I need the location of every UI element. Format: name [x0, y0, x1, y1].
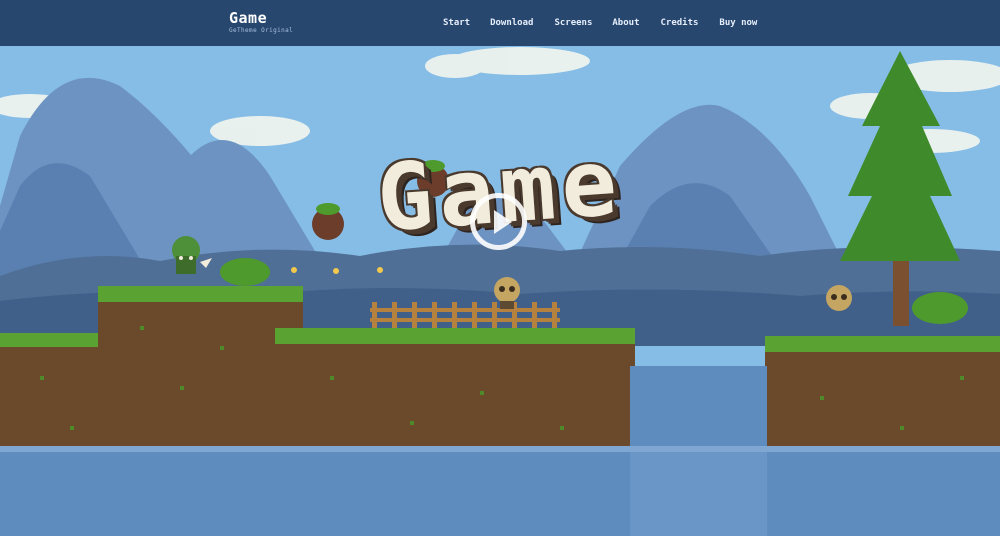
- waterfall: [630, 366, 767, 456]
- nav-link-screens[interactable]: Screens: [554, 16, 592, 30]
- hero-game-scene: Game: [0, 46, 1000, 536]
- main-nav: Start Download Screens About Credits Buy…: [443, 16, 757, 30]
- nav-link-buy-now[interactable]: Buy now: [719, 16, 757, 30]
- waterfall-splash: [630, 452, 767, 536]
- brand-title[interactable]: Game: [229, 10, 293, 27]
- brand[interactable]: Game GeTheme Original: [229, 10, 293, 35]
- brand-subtitle: GeTheme Original: [229, 27, 294, 34]
- water: [0, 446, 1000, 536]
- nav-link-start[interactable]: Start: [443, 16, 470, 30]
- top-navigation-bar: Game GeTheme Original Start Download Scr…: [0, 0, 1000, 46]
- water-surface: [0, 446, 1000, 452]
- nav-link-credits[interactable]: Credits: [660, 16, 698, 30]
- nav-link-about[interactable]: About: [612, 16, 639, 30]
- enemy-skull-flyer: [826, 285, 852, 311]
- scene-illustration: [0, 46, 1000, 536]
- play-video-button[interactable]: [470, 193, 527, 250]
- play-icon: [494, 210, 512, 234]
- nav-link-download[interactable]: Download: [490, 16, 533, 30]
- platform-right: [765, 336, 1000, 451]
